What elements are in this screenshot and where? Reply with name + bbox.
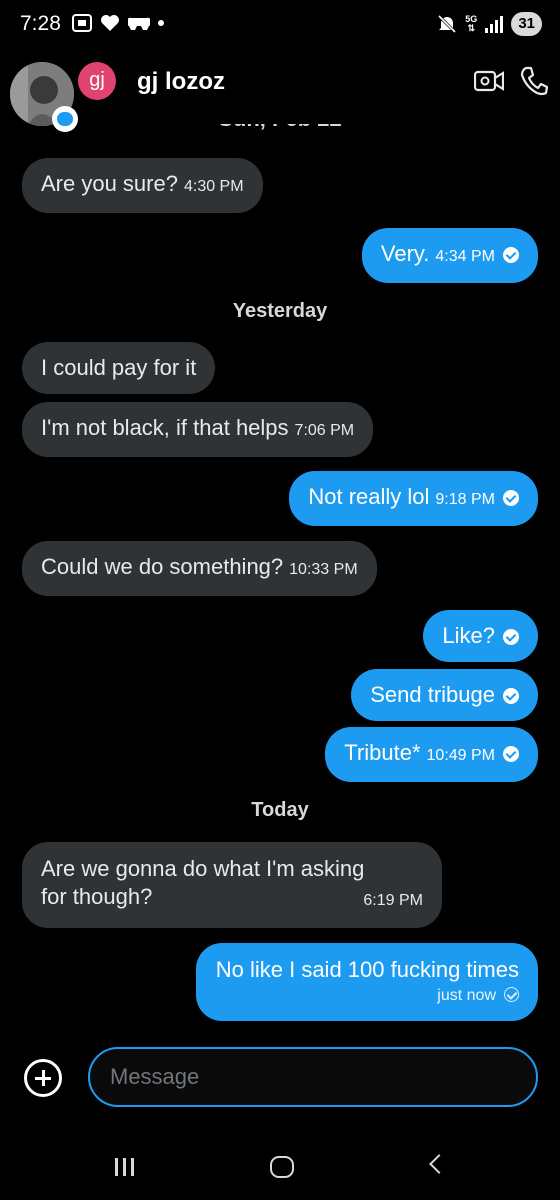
message-text: Could we do something? xyxy=(41,554,284,579)
date-separator-today: Today xyxy=(251,799,309,821)
message-outgoing[interactable]: Not really lol 9:18 PM xyxy=(289,471,538,526)
message-incoming[interactable]: Are we gonna do what I'm asking for thou… xyxy=(22,842,442,928)
message-incoming[interactable]: I could pay for it xyxy=(22,342,216,394)
screenshot-icon xyxy=(72,14,92,32)
back-button[interactable] xyxy=(429,1154,449,1174)
message-text: Tribute* xyxy=(344,740,421,765)
message-text: No like I said 100 fucking times xyxy=(215,957,519,982)
message-incoming[interactable]: Could we do something? 10:33 PM xyxy=(22,541,377,596)
date-separator-yesterday: Yesterday xyxy=(232,300,328,322)
status-bar: 7:28 5G ⇅ 31 xyxy=(0,0,560,52)
message-outgoing[interactable]: Tribute* 10:49 PM xyxy=(325,727,538,782)
contact-name[interactable]: gj lozoz xyxy=(137,68,225,96)
message-text: Are you sure? xyxy=(41,171,178,196)
message-time: 4:30 PM xyxy=(183,178,244,195)
message-time: 10:49 PM xyxy=(426,747,495,764)
message-time: 10:33 PM xyxy=(289,561,358,578)
message-outgoing[interactable]: Very. 4:34 PM xyxy=(361,228,538,283)
battery-level: 31 xyxy=(511,12,542,36)
network-type-icon: 5G ⇅ xyxy=(465,15,477,33)
message-time: 4:34 PM xyxy=(435,248,495,265)
message-incoming[interactable]: I'm not black, if that helps 7:06 PM xyxy=(22,402,374,457)
read-check-icon xyxy=(503,629,519,645)
message-text: Like? xyxy=(442,623,495,648)
signal-icon xyxy=(485,16,504,33)
recent-apps-button[interactable] xyxy=(115,1158,134,1176)
status-time: 7:28 xyxy=(20,12,61,35)
contact-initials-badge[interactable]: gj xyxy=(78,62,116,100)
read-check-icon xyxy=(503,746,519,762)
dot-icon xyxy=(158,20,164,26)
status-notification-icons xyxy=(72,14,164,32)
message-input[interactable] xyxy=(88,1047,538,1107)
read-check-icon xyxy=(503,688,519,704)
status-system-icons: 5G ⇅ 31 xyxy=(437,12,542,36)
home-button[interactable] xyxy=(270,1156,294,1178)
message-time: 7:06 PM xyxy=(294,422,355,439)
message-time: 6:19 PM xyxy=(363,892,423,909)
system-navigation-bar xyxy=(0,1130,560,1200)
message-incoming[interactable]: Are you sure? 4:30 PM xyxy=(22,158,263,213)
conversation-header: gj gj lozoz xyxy=(0,54,560,132)
message-text: for though? xyxy=(41,884,153,909)
video-call-icon[interactable] xyxy=(474,68,504,94)
message-time: 9:18 PM xyxy=(435,491,495,508)
heart-icon xyxy=(101,15,119,31)
message-text: I'm not black, if that helps xyxy=(41,415,289,440)
message-text: Very. xyxy=(380,241,430,266)
message-text: Are we gonna do what I'm asking xyxy=(41,856,365,881)
sent-check-icon xyxy=(504,987,519,1002)
data-arrows-icon: ⇅ xyxy=(467,23,476,33)
message-time: just now xyxy=(437,987,496,1004)
chat-bubble-icon xyxy=(52,106,78,132)
message-text: Not really lol xyxy=(308,484,430,509)
add-attachment-button[interactable] xyxy=(24,1059,62,1097)
message-text: I could pay for it xyxy=(41,355,197,380)
message-text: Send tribuge xyxy=(370,682,495,707)
game-controller-icon xyxy=(128,17,150,30)
message-outgoing[interactable]: Send tribuge xyxy=(351,669,538,721)
message-outgoing[interactable]: No like I said 100 fucking times just no… xyxy=(195,943,538,1021)
mute-icon xyxy=(438,14,457,34)
phone-call-icon[interactable] xyxy=(520,66,548,96)
read-check-icon xyxy=(503,247,519,263)
message-outgoing[interactable]: Like? xyxy=(423,610,538,662)
read-check-icon xyxy=(503,490,519,506)
